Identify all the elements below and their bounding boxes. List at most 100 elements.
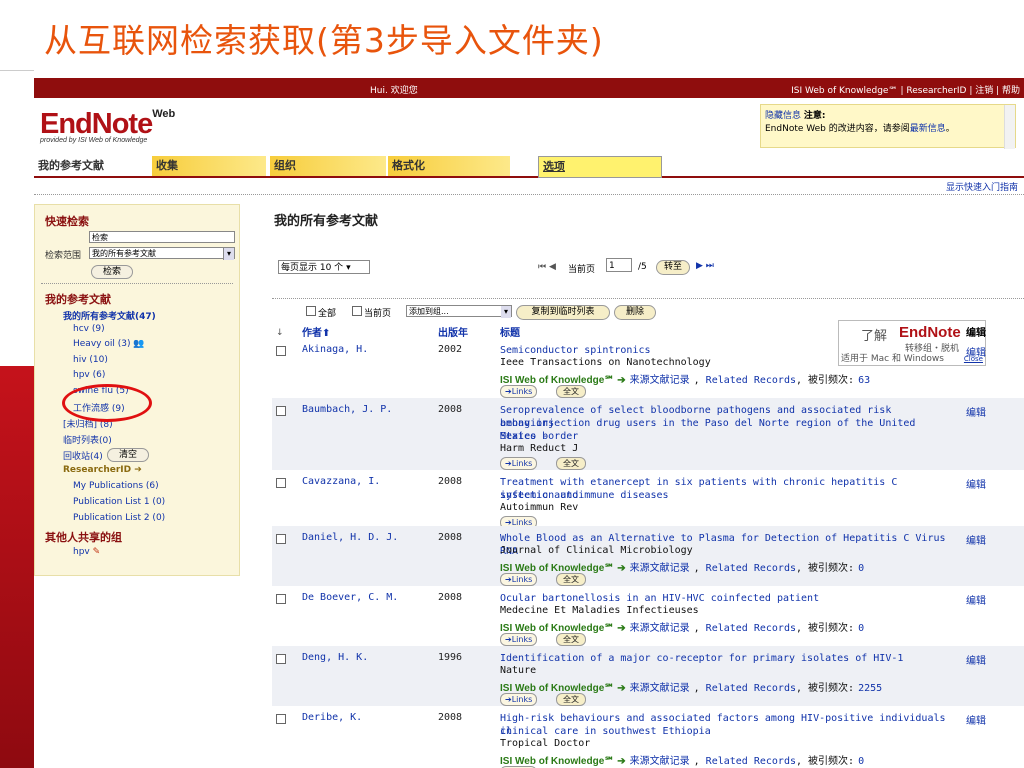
row-title[interactable]: Ocular bartonellosis in an HIV-HVC coinf… bbox=[500, 592, 950, 605]
related-records-link[interactable]: Related Records bbox=[706, 375, 796, 386]
group-heavy-oil[interactable]: Heavy oil (3) 👥 bbox=[73, 339, 145, 349]
col-author[interactable]: 作者⬆ bbox=[302, 324, 330, 339]
row-author[interactable]: Daniel, H. D. J. bbox=[302, 532, 398, 543]
tab-options[interactable]: 选项 bbox=[538, 156, 662, 178]
group-hcv[interactable]: hcv (9) bbox=[73, 324, 105, 334]
row-edit-link[interactable]: 编辑 bbox=[966, 712, 986, 727]
links-button[interactable]: ➔Links bbox=[500, 633, 538, 646]
links-button[interactable]: ➔Links bbox=[500, 573, 538, 586]
tab-organize[interactable]: 组织 bbox=[270, 156, 386, 176]
cited-count[interactable]: 0 bbox=[858, 623, 864, 634]
greeting: Hui. 欢迎您 bbox=[370, 86, 418, 96]
row-edit-link[interactable]: 编辑 bbox=[966, 344, 986, 359]
search-button[interactable]: 检索 bbox=[91, 265, 133, 279]
highlight-circle bbox=[62, 384, 152, 422]
empty-trash-button[interactable]: 清空 bbox=[107, 448, 149, 462]
select-all-checkbox[interactable] bbox=[306, 306, 316, 316]
shared-group-hpv[interactable]: hpv ✎ bbox=[73, 547, 100, 557]
row-edit-link[interactable]: 编辑 bbox=[966, 592, 986, 607]
source-record-link[interactable]: 来源文献记录 bbox=[630, 623, 690, 634]
tab-format[interactable]: 格式化 bbox=[388, 156, 510, 176]
row-title[interactable]: clinical care in southwest Ethiopia bbox=[500, 725, 950, 738]
row-year: 2008 bbox=[438, 532, 463, 543]
source-record-link[interactable]: 来源文献记录 bbox=[630, 563, 690, 574]
source-record-link[interactable]: 来源文献记录 bbox=[630, 683, 690, 694]
publication-list-1[interactable]: Publication List 1 (0) bbox=[73, 497, 165, 507]
row-author[interactable]: Deribe, K. bbox=[302, 712, 362, 723]
row-checkbox[interactable] bbox=[276, 594, 286, 604]
related-records-link[interactable]: Related Records bbox=[706, 683, 796, 694]
publication-list-2[interactable]: Publication List 2 (0) bbox=[73, 513, 165, 523]
top-links[interactable]: ISI Web of Knowledge℠ | ResearcherID | 注… bbox=[791, 83, 1020, 96]
related-records-link[interactable]: Related Records bbox=[706, 756, 796, 767]
go-button[interactable]: 转至 bbox=[656, 260, 690, 275]
row-checkbox[interactable] bbox=[276, 714, 286, 724]
next-last-icon[interactable]: ▶ ⏭ bbox=[696, 261, 714, 271]
notice-scrollbar[interactable] bbox=[1004, 105, 1015, 149]
row-author[interactable]: De Boever, C. M. bbox=[302, 592, 398, 603]
cited-count[interactable]: 63 bbox=[858, 375, 870, 386]
all-refs-link[interactable]: 我的所有参考文献(47) bbox=[63, 309, 156, 322]
source-record-link[interactable]: 来源文献记录 bbox=[630, 756, 690, 767]
per-page-select[interactable]: 每页显示 10 个 ▾ bbox=[278, 260, 370, 274]
row-title[interactable]: Semiconductor spintronics bbox=[500, 344, 950, 357]
cited-count[interactable]: 0 bbox=[858, 563, 864, 574]
row-year: 2008 bbox=[438, 476, 463, 487]
fulltext-button[interactable]: 全文 bbox=[556, 573, 586, 586]
row-title[interactable]: Mexico border bbox=[500, 430, 950, 443]
row-title[interactable]: systemic autoimmune diseases bbox=[500, 489, 950, 502]
hide-info-link[interactable]: 隐藏信息 bbox=[765, 111, 801, 121]
delete-button[interactable]: 删除 bbox=[614, 305, 656, 320]
scope-select[interactable]: 我的所有参考文献 ▾ bbox=[89, 247, 235, 260]
source-record-link[interactable]: 来源文献记录 bbox=[630, 375, 690, 386]
row-edit-link[interactable]: 编辑 bbox=[966, 532, 986, 547]
latest-info-link[interactable]: 最新信息 bbox=[910, 124, 946, 134]
search-input[interactable]: 检索 bbox=[89, 231, 235, 243]
group-hpv[interactable]: hpv (6) bbox=[73, 370, 105, 380]
first-prev-icon[interactable]: ⏮ ◀ bbox=[538, 262, 556, 272]
select-page-checkbox[interactable] bbox=[352, 306, 362, 316]
group-hiv[interactable]: hiv (10) bbox=[73, 355, 108, 365]
tab-collect[interactable]: 收集 bbox=[152, 156, 266, 176]
quickstart-link[interactable]: 显示快速入门指南 bbox=[946, 180, 1018, 193]
related-records-link[interactable]: Related Records bbox=[706, 563, 796, 574]
col-title[interactable]: 标题 bbox=[500, 324, 520, 339]
chevron-down-icon[interactable]: ▾ bbox=[223, 248, 234, 260]
row-checkbox[interactable] bbox=[276, 534, 286, 544]
trash-link[interactable]: 回收站(4) bbox=[63, 449, 103, 462]
table-row: Deribe, K. 2008 High-risk behaviours and a… bbox=[272, 706, 1024, 768]
tab-my-references[interactable]: 我的参考文献 bbox=[34, 156, 140, 176]
row-title[interactable]: Identification of a major co-receptor fo… bbox=[500, 652, 950, 665]
col-year[interactable]: 出版年 bbox=[438, 324, 468, 339]
row-author[interactable]: Deng, H. K. bbox=[302, 652, 368, 663]
row-checkbox[interactable] bbox=[276, 654, 286, 664]
links-button[interactable]: ➔Links bbox=[500, 457, 538, 470]
researcherid-link[interactable]: ResearcherID ➔ bbox=[63, 465, 142, 475]
col-edit: 编辑 bbox=[966, 328, 986, 339]
row-author[interactable]: Akinaga, H. bbox=[302, 344, 368, 355]
fulltext-button[interactable]: 全文 bbox=[556, 693, 586, 706]
fulltext-button[interactable]: 全文 bbox=[556, 633, 586, 646]
fulltext-button[interactable]: 全文 bbox=[556, 457, 586, 470]
row-checkbox[interactable] bbox=[276, 406, 286, 416]
links-button[interactable]: ➔Links bbox=[500, 693, 538, 706]
row-edit-link[interactable]: 编辑 bbox=[966, 404, 986, 419]
related-records-link[interactable]: Related Records bbox=[706, 623, 796, 634]
row-edit-link[interactable]: 编辑 bbox=[966, 476, 986, 491]
page-input[interactable]: 1 bbox=[606, 258, 632, 272]
my-publications[interactable]: My Publications (6) bbox=[73, 481, 159, 491]
cited-count[interactable]: 2255 bbox=[858, 683, 882, 694]
fulltext-button[interactable]: 全文 bbox=[556, 385, 586, 398]
cited-count[interactable]: 0 bbox=[858, 756, 864, 767]
links-button[interactable]: ➔Links bbox=[500, 385, 538, 398]
row-author[interactable]: Cavazzana, I. bbox=[302, 476, 380, 487]
copy-to-temp-button[interactable]: 复制到临时列表 bbox=[516, 305, 610, 320]
row-edit-link[interactable]: 编辑 bbox=[966, 652, 986, 667]
row-year: 2002 bbox=[438, 344, 463, 355]
row-checkbox[interactable] bbox=[276, 346, 286, 356]
cited-label: 被引频次: bbox=[808, 375, 855, 386]
row-checkbox[interactable] bbox=[276, 478, 286, 488]
add-to-group-select[interactable]: 添加到组... ▾ bbox=[406, 305, 512, 318]
row-author[interactable]: Baumbach, J. P. bbox=[302, 404, 392, 415]
temp-list-link[interactable]: 临时列表(0) bbox=[63, 433, 112, 446]
